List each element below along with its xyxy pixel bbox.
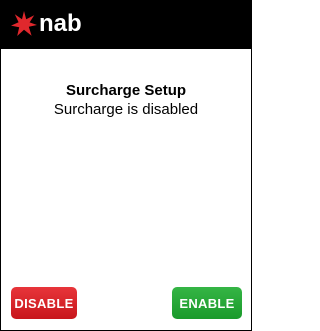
disable-button[interactable]: DISABLE <box>11 287 77 319</box>
terminal-screen: nab Surcharge Setup Surcharge is disable… <box>0 0 252 331</box>
page-title: Surcharge Setup <box>65 82 187 99</box>
brand-logo: nab <box>11 10 82 38</box>
nab-star-logo-icon <box>11 11 37 36</box>
brand-name: nab <box>39 10 82 37</box>
enable-button[interactable]: ENABLE <box>172 287 242 319</box>
status-text: Surcharge is disabled <box>53 101 199 118</box>
message-panel: Surcharge Setup Surcharge is disabled <box>1 81 251 119</box>
header-bar: nab <box>1 1 251 49</box>
